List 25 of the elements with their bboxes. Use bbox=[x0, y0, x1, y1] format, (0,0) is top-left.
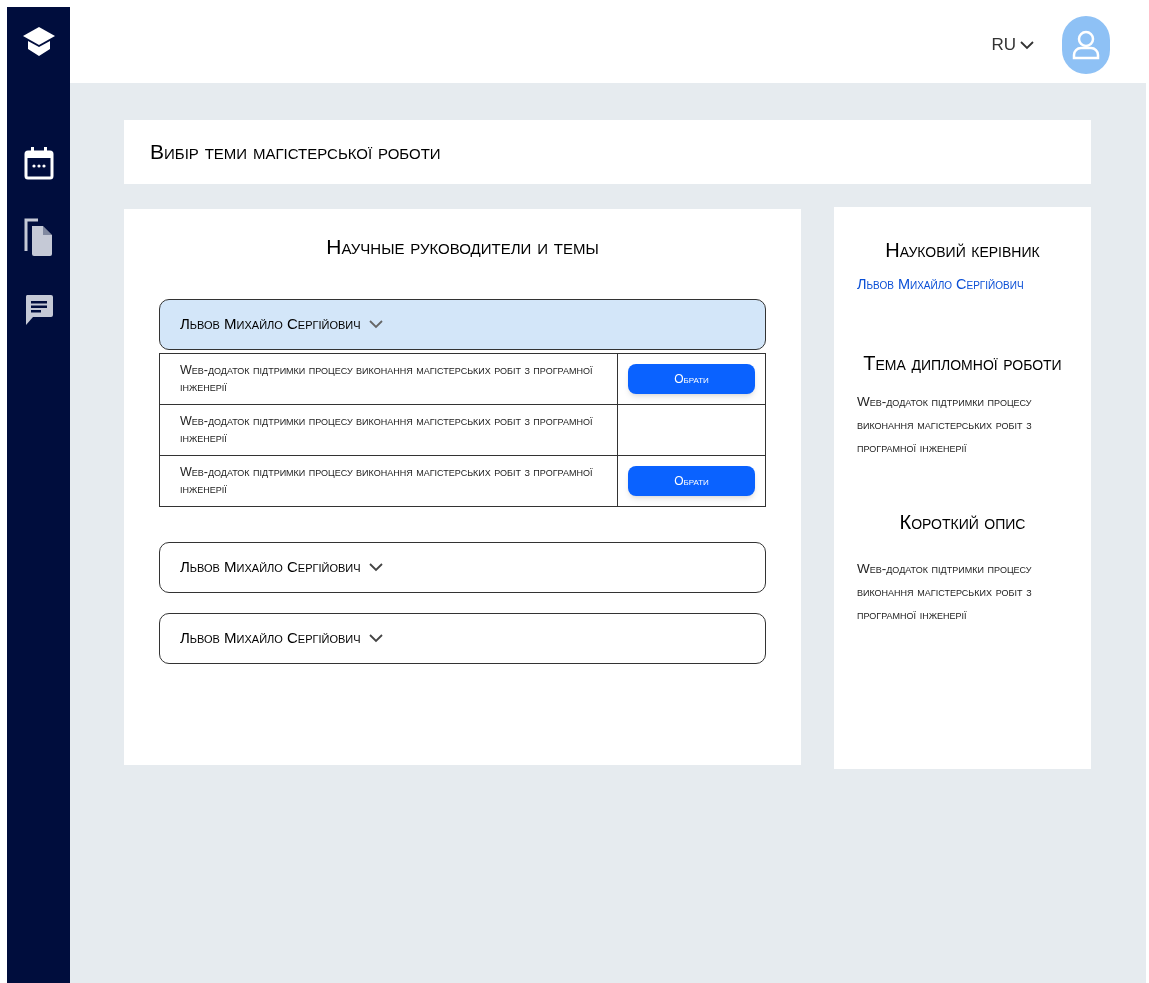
chevron-down-icon bbox=[368, 633, 383, 643]
description-text: Web-додаток підтримки процесу виконання магістерських робіт з програмної інженерії bbox=[857, 559, 1033, 624]
supervisor-heading: Науковий керівник bbox=[884, 238, 1041, 263]
supervisor-name-link[interactable]: Львов Михайло Сергійович bbox=[857, 274, 1068, 296]
supervisor-accordion[interactable]: Львов Михайло Сергійович bbox=[159, 541, 766, 593]
select-button[interactable]: Обрати bbox=[628, 465, 755, 496]
chevron-down-icon bbox=[368, 562, 383, 572]
panel-title: Научные руководители и темы bbox=[325, 234, 600, 260]
supervisor-accordion[interactable]: Львов Михайло Сергійович bbox=[159, 612, 766, 664]
page-title: Вибір теми магістерської роботи bbox=[150, 139, 441, 166]
graduation-cap-logo bbox=[21, 25, 56, 59]
topic-text: Web-додаток підтримки процесу виконання магістерських робіт з програмної інженерії bbox=[857, 392, 1033, 457]
documents-icon[interactable] bbox=[23, 217, 54, 257]
language-selector[interactable]: RU bbox=[991, 32, 1034, 58]
chevron-down-icon bbox=[1020, 40, 1034, 50]
supervisor-accordion[interactable]: Львов Михайло Сергійович bbox=[159, 298, 766, 350]
description-heading: Короткий опис bbox=[898, 509, 1027, 535]
calendar-icon[interactable] bbox=[22, 145, 55, 181]
select-button[interactable]: Обрати bbox=[628, 363, 755, 394]
topic-cell: Web-додаток підтримки процесу виконання магістерських робіт з програмної інженерії bbox=[159, 404, 618, 455]
topic-heading: Тема дипломної роботи bbox=[862, 350, 1063, 376]
topic-cell: Web-додаток підтримки процесу виконання магістерських робіт з програмної інженерії bbox=[159, 455, 618, 506]
topic-cell: Web-додаток підтримки процесу виконання магістерських робіт з програмної інженерії bbox=[159, 353, 618, 404]
chevron-down-icon bbox=[368, 319, 383, 329]
user-icon bbox=[1072, 30, 1100, 60]
